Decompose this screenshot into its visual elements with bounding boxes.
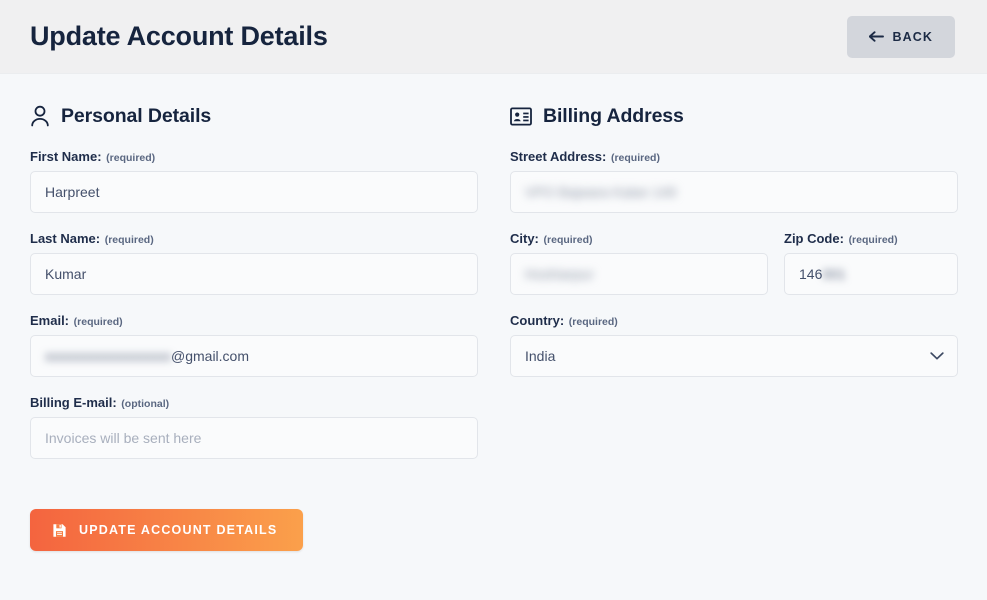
street-address-input[interactable]: VPO Bajwara Kalan 149 xyxy=(510,171,958,213)
billing-email-input[interactable]: Invoices will be sent here xyxy=(30,417,478,459)
personal-details-title: Personal Details xyxy=(61,104,212,127)
email-redacted-value: xxxxxxxxxxxxxxxxxx xyxy=(45,348,171,364)
submit-area: UPDATE ACCOUNT DETAILS xyxy=(0,491,987,551)
zip-code-label: Zip Code: (required) xyxy=(784,231,958,246)
first-name-value: Harpreet xyxy=(45,184,100,200)
street-address-label: Street Address: (required) xyxy=(510,149,958,164)
street-address-field: Street Address: (required) VPO Bajwara K… xyxy=(510,149,958,213)
street-address-requirement: (required) xyxy=(610,152,660,164)
update-account-details-page: Update Account Details BACK Personal Det… xyxy=(0,0,987,600)
city-requirement: (required) xyxy=(543,234,593,246)
last-name-value: Kumar xyxy=(45,266,87,282)
update-account-details-button[interactable]: UPDATE ACCOUNT DETAILS xyxy=(30,509,304,551)
billing-address-header: Billing Address xyxy=(510,102,958,130)
city-input[interactable]: Hoshiarpur xyxy=(510,253,768,295)
first-name-requirement: (required) xyxy=(106,152,156,164)
country-select-wrapper: India xyxy=(510,335,958,377)
country-requirement: (required) xyxy=(568,316,618,328)
update-account-details-button-label: UPDATE ACCOUNT DETAILS xyxy=(79,523,278,537)
country-field: Country: (required) India xyxy=(510,313,958,377)
email-requirement: (required) xyxy=(73,316,123,328)
zip-code-visible-value: 146 xyxy=(799,266,823,282)
arrow-left-icon xyxy=(869,31,885,42)
last-name-field: Last Name: (required) Kumar xyxy=(30,231,478,295)
city-label: City: (required) xyxy=(510,231,768,246)
email-input[interactable]: xxxxxxxxxxxxxxxxxx @gmail.com xyxy=(30,335,478,377)
billing-email-field: Billing E-mail: (optional) Invoices will… xyxy=(30,395,478,459)
first-name-field: First Name: (required) Harpreet xyxy=(30,149,478,213)
city-label-text: City: xyxy=(510,231,539,246)
form-content: Personal Details First Name: (required) … xyxy=(0,74,987,477)
first-name-label-text: First Name: xyxy=(30,149,102,164)
country-label: Country: (required) xyxy=(510,313,958,328)
country-select[interactable]: India xyxy=(510,335,958,377)
billing-email-requirement: (optional) xyxy=(121,398,170,410)
city-redacted-value: Hoshiarpur xyxy=(525,266,594,282)
email-visible-value: @gmail.com xyxy=(171,348,250,364)
save-icon xyxy=(52,523,67,538)
billing-email-placeholder: Invoices will be sent here xyxy=(45,430,202,446)
last-name-input[interactable]: Kumar xyxy=(30,253,478,295)
email-label: Email: (required) xyxy=(30,313,478,328)
last-name-label-text: Last Name: xyxy=(30,231,101,246)
back-button[interactable]: BACK xyxy=(847,15,955,58)
personal-details-column: Personal Details First Name: (required) … xyxy=(30,102,478,477)
first-name-label: First Name: (required) xyxy=(30,149,478,164)
country-label-text: Country: xyxy=(510,313,565,328)
zip-code-label-text: Zip Code: xyxy=(784,231,844,246)
zip-code-input[interactable]: 146 001 xyxy=(784,253,958,295)
billing-address-column: Billing Address Street Address: (require… xyxy=(510,102,958,477)
last-name-requirement: (required) xyxy=(104,234,154,246)
billing-address-title: Billing Address xyxy=(543,104,684,127)
street-address-label-text: Street Address: xyxy=(510,149,607,164)
street-address-redacted-value: VPO Bajwara Kalan 149 xyxy=(525,184,676,200)
first-name-input[interactable]: Harpreet xyxy=(30,171,478,213)
zip-code-field: Zip Code: (required) 146 001 xyxy=(784,231,958,295)
billing-email-label: Billing E-mail: (optional) xyxy=(30,395,478,410)
user-icon xyxy=(30,105,50,127)
zip-code-requirement: (required) xyxy=(848,234,898,246)
back-button-label: BACK xyxy=(892,29,933,44)
page-title: Update Account Details xyxy=(30,21,328,51)
email-field: Email: (required) xxxxxxxxxxxxxxxxxx @gma… xyxy=(30,313,478,377)
id-card-icon xyxy=(510,106,532,126)
country-selected-value: India xyxy=(525,348,556,364)
zip-code-redacted-value: 001 xyxy=(822,266,846,282)
last-name-label: Last Name: (required) xyxy=(30,231,478,246)
email-label-text: Email: xyxy=(30,313,70,328)
personal-details-header: Personal Details xyxy=(30,102,478,130)
city-field: City: (required) Hoshiarpur xyxy=(510,231,768,295)
city-zip-row: City: (required) Hoshiarpur Zip Code: (r… xyxy=(510,231,958,295)
page-header: Update Account Details BACK xyxy=(0,0,987,74)
billing-email-label-text: Billing E-mail: xyxy=(30,395,117,410)
